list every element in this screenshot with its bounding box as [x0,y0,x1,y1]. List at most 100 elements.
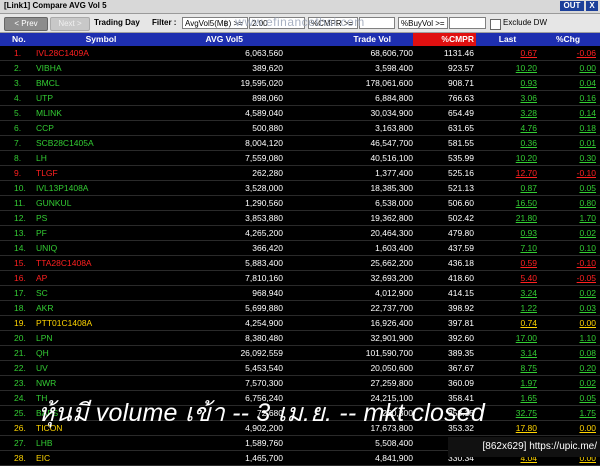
row-trade-vol: 6,538,000 [375,198,413,208]
header-last[interactable]: Last [478,33,537,46]
row-number: 17. [14,288,26,298]
table-row[interactable]: 22. UV 5,453,540 20,050,600 367.67 8.75 0.20 [0,361,600,376]
header-symbol[interactable]: Symbol [36,33,166,46]
row-trade-vol: 32,693,200 [370,273,413,283]
table-header: No. Symbol AVG Vol5 Trade Vol %CMPR Last… [0,33,600,46]
table-row[interactable]: 13. PF 4,265,200 20,464,300 479.80 0.93 0.02 [0,226,600,241]
row-cmpr: 1131.46 [443,48,474,58]
row-cmpr: 525.16 [448,168,474,178]
row-symbol: SCB28C1405A [36,138,94,148]
row-last: 0.93 [520,78,537,88]
table-row[interactable]: 19. PTT01C1408A 4,254,900 16,926,400 397.81 0… [0,316,600,331]
row-symbol: MLINK [36,108,62,118]
row-cmpr: 367.67 [448,363,474,373]
row-avg-vol5: 500,880 [252,123,283,133]
row-trade-vol: 40,516,100 [370,153,413,163]
row-trade-vol: 3,598,400 [375,63,413,73]
row-chg: 0.80 [579,198,596,208]
row-last: 0.93 [520,228,537,238]
table-row[interactable]: 21. QH 26,092,559 101,590,700 389.35 3.14 0.08 [0,346,600,361]
row-chg: -0.05 [576,273,596,283]
row-trade-vol: 25,662,200 [370,258,413,268]
watermark: www.efinancethai.com [235,15,365,29]
row-number: 1. [14,48,22,58]
table-row[interactable]: 4. UTP 898,060 6,884,800 766.63 3.06 0.16 [0,91,600,106]
header-no[interactable]: No. [0,33,28,46]
window-titlebar: [Link1] Compare AVG Vol 5 OUT X [0,0,600,14]
row-last: 3.28 [520,108,537,118]
row-trade-vol: 46,547,700 [370,138,413,148]
row-cmpr: 360.09 [448,378,474,388]
row-chg: 0.04 [579,78,596,88]
table-row[interactable]: 15. TTA28C1408A 5,883,400 25,662,200 436.18 0… [0,256,600,271]
row-number: 16. [14,273,26,283]
row-number: 12. [14,213,26,223]
table-row[interactable]: 14. UNIQ 366,420 1,603,400 437.59 7.10 0.10 [0,241,600,256]
table-row[interactable]: 11. GUNKUL 1,290,560 6,538,000 506.60 16.50 0.… [0,196,600,211]
row-trade-vol: 27,259,800 [370,378,413,388]
table-row[interactable]: 2. VIBHA 389,620 3,598,400 923.57 10.20 0.00 [0,61,600,76]
table-row[interactable]: 12. PS 3,853,880 19,362,800 502.42 21.80 1.70 [0,211,600,226]
table-row[interactable]: 7. SCB28C1405A 8,004,120 46,547,700 581.55 0.… [0,136,600,151]
row-number: 25. [14,408,26,418]
close-button[interactable]: X [586,1,598,11]
row-avg-vol5: 8,380,480 [245,333,283,343]
row-avg-vol5: 19,595,020 [240,78,283,88]
row-last: 12.70 [515,168,537,178]
row-chg: 0.05 [579,183,596,193]
row-chg: 0.02 [579,378,596,388]
row-chg: 0.08 [579,348,596,358]
table-row[interactable]: 3. BMCL 19,595,020 178,061,600 908.71 0.93 0.0… [0,76,600,91]
row-last: 1.97 [520,378,537,388]
row-chg: 0.05 [579,393,596,403]
row-chg: 0.16 [579,93,596,103]
row-cmpr: 389.35 [448,348,474,358]
table-row[interactable]: 1. IVL28C1409A 6,063,560 68,606,700 1131.46 0… [0,46,600,61]
table-row[interactable]: 9. TLGF 262,280 1,377,400 525.16 12.70 -0.10 [0,166,600,181]
row-last: 17.80 [515,423,537,433]
row-chg: 0.02 [579,288,596,298]
row-chg: 0.18 [579,123,596,133]
row-symbol: PS [36,213,48,223]
row-trade-vol: 1,603,400 [375,243,413,253]
row-avg-vol5: 1,589,760 [245,438,283,448]
header-cmpr[interactable]: %CMPR [413,33,476,46]
row-number: 5. [14,108,22,118]
table-row[interactable]: 16. AP 7,810,160 32,693,200 418.60 5.40 -0.05 [0,271,600,286]
header-trade-vol[interactable]: Trade Vol [285,33,413,46]
row-chg: 0.14 [579,108,596,118]
row-number: 22. [14,363,26,373]
row-symbol: LH [36,153,47,163]
image-host-footer: [862x629] https://upic.me/ [448,437,600,457]
header-chg[interactable]: %Chg [540,33,596,46]
header-avg-vol5[interactable]: AVG Vol5 [166,33,283,46]
row-trade-vol: 178,061,600 [365,78,413,88]
row-cmpr: 479.80 [448,228,474,238]
row-cmpr: 908.71 [448,78,474,88]
row-last: 17.00 [515,333,537,343]
row-chg: 0.00 [579,423,596,433]
table-row[interactable]: 23. NWR 7,570,300 27,259,800 360.09 1.97 0.02 [0,376,600,391]
row-cmpr: 436.18 [448,258,474,268]
row-symbol: LHB [36,438,53,448]
row-chg: 0.00 [579,63,596,73]
row-cmpr: 766.63 [448,93,474,103]
table-row[interactable]: 18. AKR 5,699,880 22,737,700 398.92 1.22 0.03 [0,301,600,316]
row-number: 24. [14,393,26,403]
out-button[interactable]: OUT [560,1,584,11]
table-row[interactable]: 17. SC 968,940 4,012,900 414.15 3.24 0.02 [0,286,600,301]
row-symbol: GUNKUL [36,198,72,208]
row-symbol: PF [36,228,47,238]
table-row[interactable]: 20. LPN 8,380,480 32,901,900 392.60 17.00 1.10 [0,331,600,346]
table-row[interactable]: 5. MLINK 4,589,040 30,034,900 654.49 3.28 0.14 [0,106,600,121]
table-row[interactable]: 10. IVL13P1408A 3,528,000 18,385,300 521.13 0… [0,181,600,196]
row-last: 3.06 [520,93,537,103]
row-avg-vol5: 26,092,559 [240,348,283,358]
row-symbol: SC [36,288,48,298]
table-row[interactable]: 8. LH 7,559,080 40,516,100 535.99 10.20 0.30 [0,151,600,166]
row-symbol: TTA28C1408A [36,258,92,268]
row-cmpr: 502.42 [448,213,474,223]
row-avg-vol5: 262,280 [252,168,283,178]
row-cmpr: 418.60 [448,273,474,283]
table-row[interactable]: 6. CCP 500,880 3,163,800 631.65 4.76 0.18 [0,121,600,136]
